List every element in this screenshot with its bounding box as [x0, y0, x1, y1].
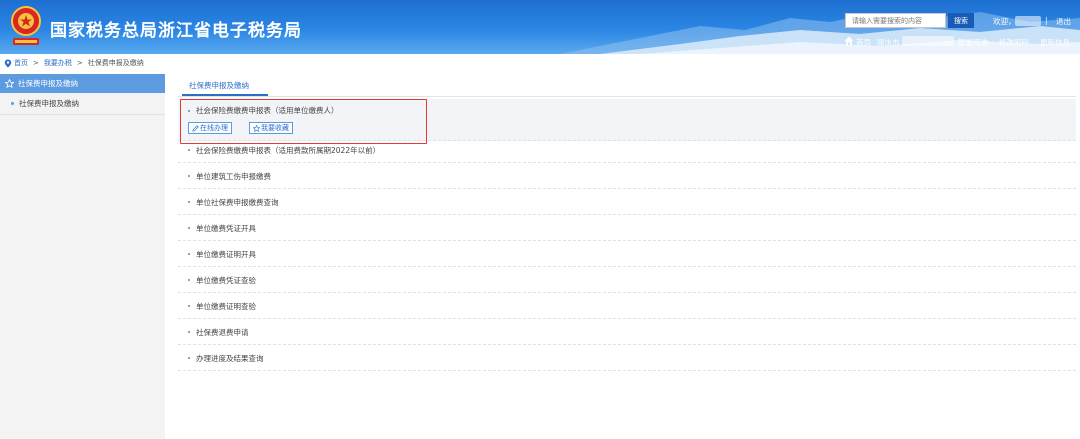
online-handle-button[interactable]: 在线办理: [188, 122, 232, 134]
service-item-label: 单位社保费申报缴费查询: [196, 197, 279, 207]
service-item-label: 单位建筑工伤申报缴费: [196, 171, 271, 181]
service-item[interactable]: 单位缴费凭证开具: [178, 216, 1076, 241]
redacted-company: [902, 36, 954, 46]
breadcrumb-current: 社保费申报及缴纳: [87, 59, 144, 67]
bullet: [188, 305, 190, 307]
search-input[interactable]: [845, 13, 946, 28]
sidebar-item-label: 社保费申报及缴纳: [19, 99, 79, 108]
service-item-label: 单位缴费凭证开具: [196, 223, 256, 233]
logout-link[interactable]: 退出: [1056, 16, 1071, 27]
update-info-link[interactable]: 更新信息: [1040, 37, 1070, 48]
sidebar-item-social-insurance[interactable]: 社保费申报及缴纳: [0, 93, 165, 115]
service-item-label: 社会保险费缴费申报表（适用单位缴费人）: [196, 106, 339, 115]
pencil-icon: [192, 124, 199, 132]
breadcrumb-tax[interactable]: 我要办税: [44, 58, 72, 68]
service-item-label: 社会保险费缴费申报表（适用费款所属期2022年以前）: [196, 145, 381, 155]
service-item-label: 社保费退费申请: [196, 327, 249, 337]
favorite-label: 我要收藏: [261, 124, 289, 132]
star-icon: [5, 79, 14, 88]
star-outline-icon: [253, 124, 260, 132]
breadcrumb-arrow: >: [76, 59, 83, 67]
header-separator: |: [1045, 16, 1048, 25]
service-item-title[interactable]: 社会保险费缴费申报表（适用单位缴费人）: [188, 105, 339, 116]
service-item-label: 单位缴费证明查验: [196, 301, 256, 311]
home-icon[interactable]: [844, 36, 854, 46]
service-item[interactable]: 单位社保费申报缴费查询: [178, 190, 1076, 215]
service-item-label: 单位缴费证明开具: [196, 249, 256, 259]
home-link[interactable]: 首页: [856, 37, 871, 48]
redacted-username: [1015, 16, 1041, 26]
bullet: [188, 109, 190, 112]
breadcrumb-arrow: >: [33, 59, 39, 67]
service-item-label: 单位缴费凭证查验: [196, 275, 256, 285]
site-title: 国家税务总局浙江省电子税务局: [50, 21, 302, 41]
service-item[interactable]: 社会保险费缴费申报表（适用费款所属期2022年以前）: [178, 138, 1076, 163]
tax-emblem-icon: [11, 6, 41, 45]
bullet: [188, 331, 190, 333]
sidebar: 社保费申报及缴纳 社保费申报及缴纳: [0, 74, 165, 439]
sidebar-header[interactable]: 社保费申报及缴纳: [0, 74, 165, 93]
tab-social-insurance[interactable]: 社保费申报及缴纳: [189, 80, 249, 91]
bullet: [188, 279, 190, 281]
bullet: [188, 149, 190, 151]
bullet-dot: [11, 102, 14, 105]
sidebar-header-label: 社保费申报及缴纳: [18, 79, 78, 88]
service-item[interactable]: 单位缴费证明开具: [178, 242, 1076, 267]
bullet: [188, 357, 190, 359]
top-banner: 国家税务总局浙江省电子税务局 搜索 欢迎， | 退出 首页 丽水市 智能咨询 修…: [0, 0, 1080, 54]
breadcrumb-home[interactable]: 首页: [14, 58, 28, 68]
service-item[interactable]: 单位缴费证明查验: [178, 294, 1076, 319]
change-password-link[interactable]: 修改密码: [999, 37, 1029, 48]
bullet: [188, 175, 190, 177]
breadcrumb: 首页 > 我要办税 > 社保费申报及缴纳: [4, 57, 144, 69]
smart-consult-link[interactable]: 智能咨询: [958, 37, 988, 48]
tab-divider: [178, 96, 1076, 97]
online-handle-label: 在线办理: [200, 124, 228, 132]
bullet: [188, 253, 190, 255]
city-selector[interactable]: 丽水市: [877, 37, 900, 48]
location-pin-icon: [4, 59, 12, 67]
service-item[interactable]: 社保费退费申请: [178, 320, 1076, 345]
expanded-service-item[interactable]: 社会保险费缴费申报表（适用单位缴费人） 在线办理 我要收藏: [178, 99, 1076, 141]
bullet: [188, 227, 190, 229]
service-item-label: 办理进度及结果查询: [196, 353, 264, 363]
service-item[interactable]: 单位建筑工伤申报缴费: [178, 164, 1076, 189]
search-button[interactable]: 搜索: [948, 13, 974, 28]
welcome-text: 欢迎，: [993, 17, 1016, 26]
bullet: [188, 201, 190, 203]
favorite-button[interactable]: 我要收藏: [249, 122, 293, 134]
service-item[interactable]: 单位缴费凭证查验: [178, 268, 1076, 293]
service-item[interactable]: 办理进度及结果查询: [178, 346, 1076, 371]
